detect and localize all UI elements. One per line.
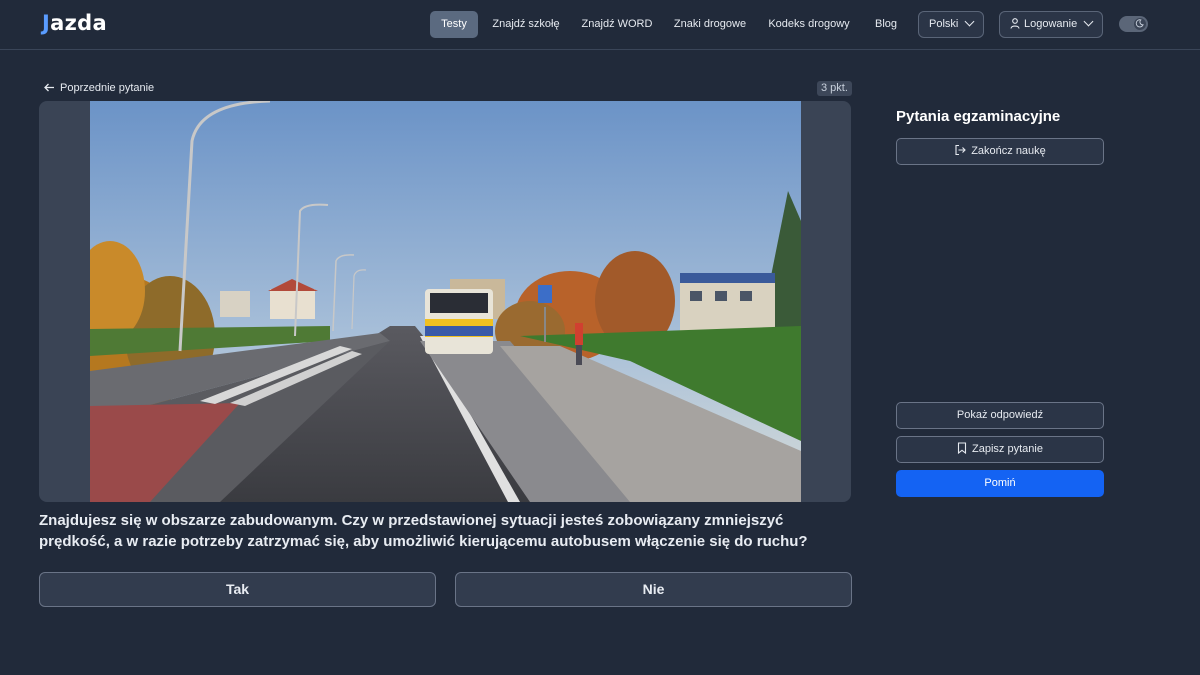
nav-item-znaki-drogowe[interactable]: Znaki drogowe — [670, 11, 750, 38]
end-study-button[interactable]: Zakończ naukę — [896, 138, 1104, 165]
chevron-down-icon — [964, 16, 975, 27]
end-study-label: Zakończ naukę — [971, 145, 1046, 157]
theme-toggle[interactable] — [1119, 16, 1148, 32]
skip-button[interactable]: Pomiń — [896, 470, 1104, 497]
login-label: Logowanie — [1024, 18, 1078, 30]
previous-question-label: Poprzednie pytanie — [60, 82, 155, 94]
previous-question-link[interactable]: Poprzednie pytanie — [44, 80, 154, 96]
chevron-down-icon — [1083, 16, 1094, 27]
road-scene-image — [90, 101, 801, 502]
nav-item-znajdz-szkole[interactable]: Znajdź szkołę — [490, 11, 562, 38]
nav-item-testy[interactable]: Testy — [430, 11, 478, 38]
language-select[interactable]: Polski — [918, 11, 985, 38]
answer-yes-button[interactable]: Tak — [39, 572, 436, 607]
question-text: Znajdujesz się w obszarze zabudowanym. C… — [39, 512, 808, 550]
sidebar-title: Pytania egzaminacyjne — [896, 108, 1061, 125]
answer-no-button[interactable]: Nie — [455, 572, 852, 607]
user-icon — [1010, 17, 1020, 29]
save-question-label: Zapisz pytanie — [972, 443, 1043, 455]
moon-icon — [1135, 19, 1144, 28]
top-header: Jazda Testy Znajdź szkołę Znajdź WORD Zn… — [0, 0, 1200, 50]
show-answer-button[interactable]: Pokaż odpowiedź — [896, 402, 1104, 429]
bookmark-icon — [957, 442, 967, 455]
login-button[interactable]: Logowanie — [999, 11, 1104, 38]
nav-item-blog[interactable]: Blog — [868, 11, 904, 38]
save-question-button[interactable]: Zapisz pytanie — [896, 436, 1104, 463]
points-badge: 3 pkt. — [817, 81, 852, 96]
question-media — [39, 101, 851, 502]
language-label: Polski — [929, 18, 959, 30]
nav-item-znajdz-word[interactable]: Znajdź WORD — [578, 11, 656, 38]
arrow-left-icon — [44, 83, 54, 92]
logout-icon — [955, 145, 966, 156]
nav-item-kodeks-drogowy[interactable]: Kodeks drogowy — [764, 11, 854, 38]
site-logo[interactable]: Jazda — [42, 11, 107, 35]
